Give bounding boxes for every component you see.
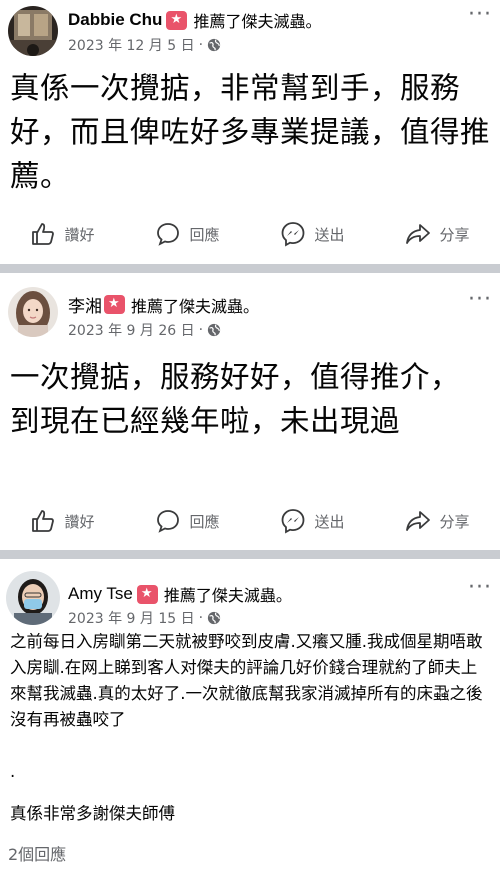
post-date[interactable]: 2023 年 9 月 26 日 <box>68 320 195 340</box>
post-date[interactable]: 2023 年 9 月 15 日 <box>68 608 195 628</box>
author-name[interactable]: Amy Tse <box>68 584 133 604</box>
comment-label: 回應 <box>189 512 220 531</box>
more-options-icon[interactable]: ··· <box>468 2 492 27</box>
recommend-icon <box>166 10 188 30</box>
post-meta: 2023 年 9 月 26 日 · <box>68 320 221 340</box>
globe-icon <box>207 38 221 52</box>
comment-icon <box>157 510 180 533</box>
more-options-icon[interactable]: ··· <box>468 575 492 600</box>
share-button[interactable]: 分享 <box>375 214 500 254</box>
avatar-image <box>6 571 60 625</box>
author-line: Dabbie Chu 推薦了傑夫滅蟲。 <box>68 8 321 32</box>
avatar[interactable] <box>6 571 60 625</box>
author-line: 李湘 推薦了傑夫滅蟲。 <box>68 292 259 317</box>
like-label: 讚好 <box>64 225 95 244</box>
share-icon <box>406 511 431 531</box>
share-label: 分享 <box>439 512 470 531</box>
messenger-icon <box>282 509 305 534</box>
separator-dot: · <box>198 610 204 626</box>
more-options-icon[interactable]: ··· <box>468 287 492 312</box>
comment-label: 回應 <box>189 225 220 244</box>
post-body-paragraph: 之前每日入房瞓第二天就被野咬到皮膚.又癢又腫.我成個星期唔敢入房瞓.在网上睇到客… <box>10 632 483 729</box>
post-3: Amy Tse 推薦了傑夫滅蟲。 2023 年 9 月 15 日 · ··· 之… <box>0 559 500 871</box>
recommend-text: 推薦了傑夫滅蟲。 <box>131 296 260 316</box>
action-bar: 讚好 回應 送出 分享 <box>0 214 500 254</box>
action-bar: 讚好 回應 送出 分享 <box>0 501 500 541</box>
post-1: Dabbie Chu 推薦了傑夫滅蟲。 2023 年 12 月 5 日 · ··… <box>0 0 500 264</box>
globe-icon <box>207 323 221 337</box>
comment-icon <box>157 223 180 246</box>
recommend-text: 推薦了傑夫滅蟲。 <box>193 12 322 31</box>
avatar[interactable] <box>8 6 58 56</box>
share-label: 分享 <box>439 225 470 244</box>
thumbs-up-icon <box>32 223 55 245</box>
author-name[interactable]: Dabbie Chu <box>68 10 162 30</box>
send-button[interactable]: 送出 <box>250 501 375 541</box>
recommend-icon <box>136 584 158 604</box>
globe-icon <box>207 611 221 625</box>
post-meta: 2023 年 12 月 5 日 · <box>68 35 221 55</box>
send-label: 送出 <box>314 225 345 244</box>
avatar-image <box>8 6 58 56</box>
separator-dot: · <box>198 322 204 338</box>
post-divider <box>0 264 500 273</box>
avatar[interactable] <box>8 287 58 337</box>
separator-dot: · <box>198 37 204 53</box>
author-line: Amy Tse 推薦了傑夫滅蟲。 <box>68 582 292 606</box>
post-divider <box>0 550 500 559</box>
like-button[interactable]: 讚好 <box>0 214 125 254</box>
send-label: 送出 <box>314 512 345 531</box>
post-2: 李湘 推薦了傑夫滅蟲。 2023 年 9 月 26 日 · ··· 一次攪掂，服… <box>0 273 500 550</box>
author-name[interactable]: 李湘 <box>68 292 102 317</box>
post-date[interactable]: 2023 年 12 月 5 日 <box>68 35 195 55</box>
share-button[interactable]: 分享 <box>375 501 500 541</box>
recommend-text: 推薦了傑夫滅蟲。 <box>163 586 292 605</box>
recommend-icon <box>104 295 125 314</box>
post-body-dot: . <box>10 762 16 781</box>
share-icon <box>406 224 431 244</box>
post-body-thanks: 真係非常多謝傑夫師傅 <box>10 804 175 823</box>
thumbs-up-icon <box>32 510 55 532</box>
post-meta: 2023 年 9 月 15 日 · <box>68 608 221 628</box>
post-body: 一次攪掂，服務好好，值得推介，到現在已經幾年啦，未出現過 <box>10 360 461 438</box>
comment-button[interactable]: 回應 <box>125 214 250 254</box>
send-button[interactable]: 送出 <box>250 214 375 254</box>
like-button[interactable]: 讚好 <box>0 501 125 541</box>
post-body: 真係一次攪掂，非常幫到手，服務好，而且俾咗好多專業提議，值得推薦。 <box>10 71 491 193</box>
messenger-icon <box>282 222 305 247</box>
like-label: 讚好 <box>64 512 95 531</box>
avatar-image <box>8 287 58 337</box>
comments-count-link[interactable]: 2個回應 <box>8 841 66 865</box>
comment-button[interactable]: 回應 <box>125 501 250 541</box>
